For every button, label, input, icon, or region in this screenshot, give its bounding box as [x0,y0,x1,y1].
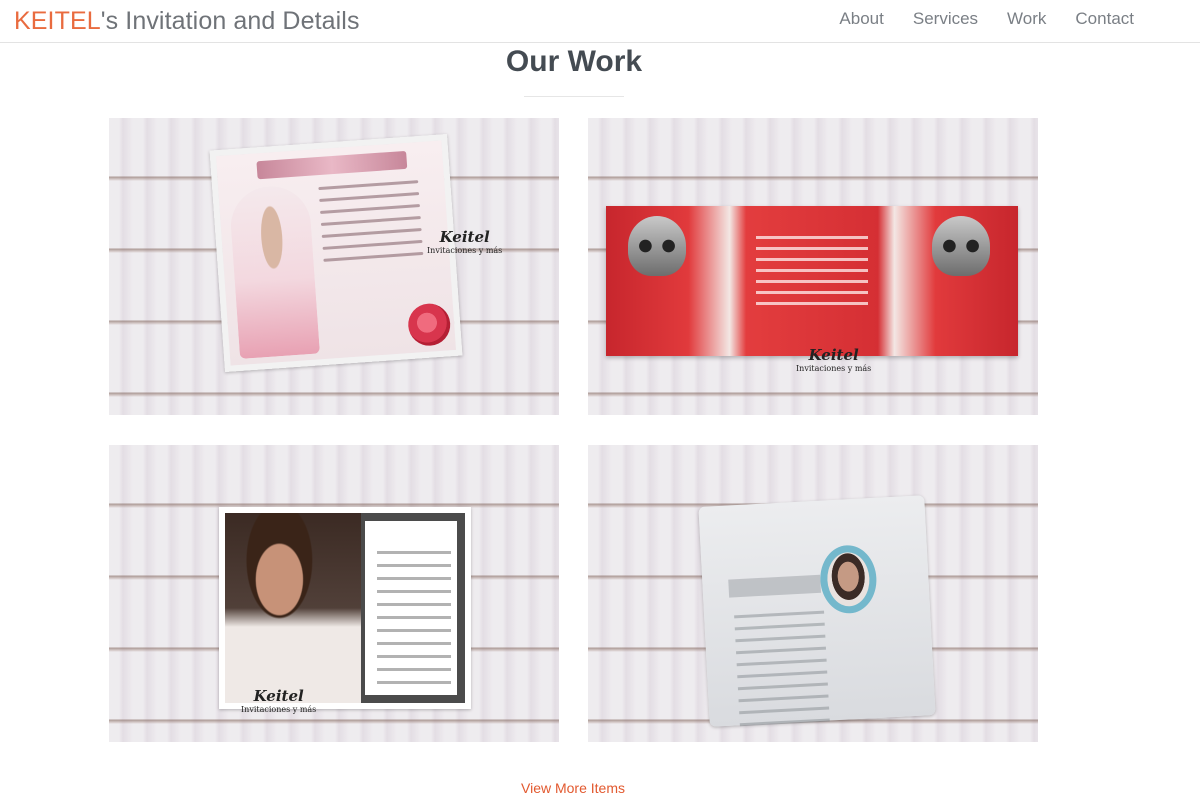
invitation-card-image [219,507,471,709]
card-photo [228,183,320,359]
nav-link-services[interactable]: Services [913,8,978,30]
rose-decoration [406,302,452,348]
navbar: KEITEL's Invitation and Details About Se… [0,0,1200,43]
gallery-item-masquerade-invitation[interactable]: Keitel Invitaciones y más [588,118,1038,415]
card-text-lines [734,610,830,736]
watermark-name: Keitel [808,346,859,364]
nav-link-contact[interactable]: Contact [1075,8,1134,30]
card-name-plate [728,574,822,598]
card-photo [225,513,361,703]
card-text-lines [377,551,451,694]
watermark-subtitle: Invitaciones y más [427,246,503,255]
view-more-items-link[interactable]: View More Items [0,779,1146,797]
watermark-name: Keitel [253,687,304,705]
watermark-subtitle: Invitaciones y más [796,364,872,373]
brand-logo[interactable]: KEITEL's Invitation and Details [14,6,360,36]
watermark-subtitle: Invitaciones y más [241,705,317,714]
invitation-card-image [209,133,463,373]
brand-rest: 's Invitation and Details [100,7,360,35]
brand-accent: KEITEL [14,7,101,35]
nav-link-work[interactable]: Work [1007,8,1046,30]
gallery-item-citlaly-invitation[interactable] [588,445,1038,742]
title-divider [524,96,624,97]
invitation-card-image [606,206,1018,356]
card-text-lines [756,236,868,313]
section-title: Our Work [505,45,643,78]
gallery-item-quince-invitation[interactable]: Keitel Invitaciones y más [109,118,559,415]
watermark: Keitel Invitaciones y más [796,348,871,373]
mask-icon [932,216,990,276]
gallery-item-communion-invitation[interactable]: Keitel Invitaciones y más [109,445,559,742]
main-nav: About Services Work Contact [839,8,1134,30]
watermark-name: Keitel [439,228,490,246]
mask-icon [628,216,686,276]
watermark: Keitel Invitaciones y más [427,230,502,255]
watermark: Keitel Invitaciones y más [241,689,316,714]
card-text-lines [318,180,424,271]
card-photo [818,543,879,615]
nav-link-about[interactable]: About [839,8,883,30]
invitation-card-image [698,495,936,727]
card-banner [256,150,408,180]
